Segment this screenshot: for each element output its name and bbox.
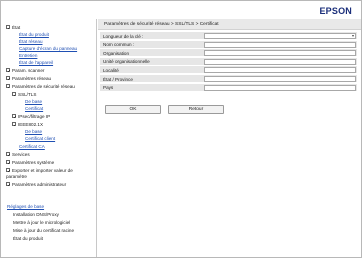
field-label: Localité: [103, 67, 119, 73]
expand-icon[interactable]: [6, 160, 10, 165]
sidebar-link-product-status[interactable]: État du produit: [19, 32, 49, 38]
organization-input[interactable]: [204, 50, 356, 57]
form-row-organization: Organisation: [100, 49, 357, 58]
sidebar-item-label: Param. scanner: [12, 68, 45, 73]
brand-logo: EPSON: [319, 6, 352, 16]
organizational-unit-input[interactable]: [204, 58, 356, 65]
header: EPSON: [1, 1, 361, 19]
form-row-state-province: État / Province: [100, 75, 357, 83]
expand-icon[interactable]: [6, 152, 10, 157]
main-content: Paramètres de sécurité réseau > SSL/TLS …: [98, 19, 361, 257]
sidebar-link-firmware-update[interactable]: Mettre à jour le micrologiciel: [13, 220, 70, 226]
sidebar-item-label-continued: paramètre: [6, 174, 27, 179]
field-label: État / Province: [103, 76, 133, 82]
sidebar-link-client-certificate[interactable]: Certificat client: [25, 136, 55, 142]
state-province-input[interactable]: [204, 76, 356, 82]
sidebar-item-system-params[interactable]: Paramètres système: [6, 160, 54, 166]
sidebar-item-network-params[interactable]: Paramètres réseau: [6, 76, 51, 82]
field-label: Nom commun :: [103, 42, 135, 48]
sidebar-link-panel-snapshot[interactable]: Capture d'écran du panneau: [19, 46, 77, 52]
locality-input[interactable]: [204, 67, 356, 74]
back-button[interactable]: Retour: [168, 105, 224, 114]
sidebar-link-ssl-certificate[interactable]: Certificat: [25, 106, 43, 112]
expand-icon[interactable]: [6, 168, 10, 173]
sidebar-link-network-status[interactable]: État réseau: [19, 39, 43, 45]
country-input[interactable]: [204, 84, 356, 91]
collapse-icon[interactable]: [12, 92, 16, 97]
ok-button[interactable]: OK: [105, 105, 161, 114]
collapse-icon[interactable]: [6, 25, 10, 30]
field-label: Longueur de la clé :: [103, 33, 144, 39]
sidebar-item-label: IPsec/filtrage IP: [18, 114, 51, 119]
expand-icon[interactable]: [6, 76, 10, 81]
breadcrumb-bar: Paramètres de sécurité réseau > SSL/TLS …: [98, 19, 361, 30]
sidebar-item-services[interactable]: Services: [6, 152, 30, 158]
sidebar-item-ieee8021x[interactable]: IEEE802.1X: [12, 122, 43, 128]
sidebar-link-basic-settings[interactable]: Réglages de base: [7, 204, 44, 210]
sidebar-item-label: État: [12, 25, 21, 30]
sidebar-item-label: Paramètres réseau: [12, 76, 52, 81]
sidebar-item-label: Paramètres administrateur: [12, 182, 67, 187]
sidebar-item-ssl-tls[interactable]: SSL/TLS: [12, 92, 36, 98]
form-row-locality: Localité: [100, 66, 357, 75]
common-name-input[interactable]: [204, 41, 356, 48]
form-row-common-name: Nom commun :: [100, 40, 357, 49]
form-row-country: Pays: [100, 83, 357, 92]
sidebar: État État du produit État réseau Capture…: [1, 19, 97, 257]
sidebar-link-ieee-basic[interactable]: De base: [25, 129, 42, 135]
sidebar-item-label: Paramètres de sécurité réseau: [12, 84, 75, 89]
form-row-key-length: Longueur de la clé :: [100, 32, 357, 40]
field-label: Organisation: [103, 50, 130, 56]
sidebar-link-dns-proxy[interactable]: Installation DNS/Proxy: [13, 212, 59, 218]
expand-icon[interactable]: [6, 182, 10, 187]
sidebar-link-product-status-bottom[interactable]: État du produit: [13, 236, 43, 242]
chevron-down-icon: [352, 35, 354, 37]
sidebar-link-ssl-basic[interactable]: De base: [25, 99, 42, 105]
expand-icon[interactable]: [6, 68, 10, 73]
sidebar-item-status[interactable]: État: [6, 25, 20, 31]
key-length-select[interactable]: [204, 33, 356, 39]
sidebar-link-device-status[interactable]: État de l'appareil: [19, 60, 53, 66]
sidebar-item-label: SSL/TLS: [18, 92, 37, 97]
sidebar-item-scan-param[interactable]: Param. scanner: [6, 68, 44, 74]
sidebar-item-network-security[interactable]: Paramètres de sécurité réseau: [6, 84, 75, 90]
sidebar-item-export-import[interactable]: Exporter et importer valeur de: [6, 168, 73, 174]
collapse-icon[interactable]: [12, 122, 16, 127]
sidebar-item-label: Services: [12, 152, 30, 157]
field-label: Unité organisationnelle: [103, 59, 150, 65]
sidebar-item-ipsec[interactable]: IPsec/filtrage IP: [12, 114, 50, 120]
breadcrumb: Paramètres de sécurité réseau > SSL/TLS …: [104, 22, 219, 27]
sidebar-link-root-cert-update[interactable]: Mise à jour du certificat racine: [13, 228, 74, 234]
sidebar-item-label: Exporter et importer valeur de: [12, 168, 73, 173]
form-row-organizational-unit: Unité organisationnelle: [100, 57, 357, 66]
sidebar-link-maintenance[interactable]: Entretien: [19, 53, 37, 59]
expand-icon[interactable]: [12, 114, 16, 119]
sidebar-item-admin-params[interactable]: Paramètres administrateur: [6, 182, 66, 188]
sidebar-link-ca-certificate[interactable]: Certificat CA: [19, 144, 45, 150]
field-label: Pays: [103, 85, 114, 91]
sidebar-item-label: IEEE802.1X: [18, 122, 44, 127]
collapse-icon[interactable]: [6, 84, 10, 89]
sidebar-item-label: Paramètres système: [12, 160, 55, 165]
